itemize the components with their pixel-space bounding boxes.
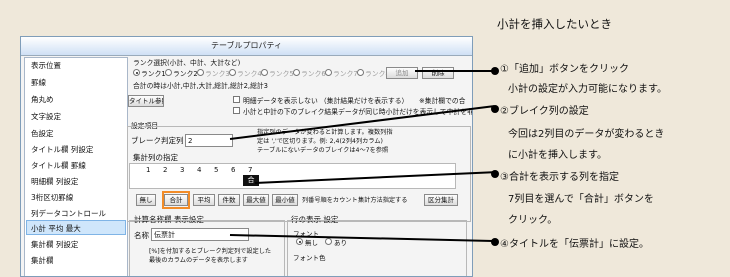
- column-4[interactable]: 4: [197, 166, 201, 174]
- total-button-highlight: [162, 191, 190, 209]
- rank-radio-2[interactable]: [165, 69, 172, 76]
- note-2c: に小計を挿入します。: [508, 150, 607, 161]
- rank-radio-4[interactable]: [229, 69, 236, 76]
- count-by-column-label: 列番号順をカウント: [302, 197, 358, 204]
- sidebar-item-text[interactable]: 文字設定: [31, 111, 61, 122]
- column-5[interactable]: 5: [214, 166, 218, 174]
- name-note-2: 最後のカラムのデータを表示します: [149, 257, 248, 264]
- sidebar-item-rounding[interactable]: 角丸め: [31, 94, 54, 105]
- hide-detail-checkbox[interactable]: [233, 96, 240, 103]
- row-yes-label: あり: [334, 239, 347, 247]
- rank-summary-text: 合計の時は小計,中計,大計,総計,総計2,総計3: [133, 82, 268, 90]
- rank-radio-6[interactable]: [293, 69, 300, 76]
- row-none-label: 無し: [305, 239, 318, 247]
- column-7[interactable]: 7: [248, 166, 252, 174]
- settings-sidebar: 表示位置 罫線 角丸め 文字設定 色設定 タイトル欄 列設定 タイトル欄 罫線 …: [24, 57, 128, 276]
- hide-detail-label: 明細データを表示しない （集計結果だけを表示する）: [243, 97, 409, 105]
- column-1[interactable]: 1: [146, 166, 150, 174]
- rank-label: ランク選択(小計、中計、大計など): [133, 59, 241, 67]
- sidebar-item-column-data-control[interactable]: 列データコントロール: [31, 208, 106, 219]
- rank-radio-5[interactable]: [261, 69, 268, 76]
- note-3c: クリック。: [508, 215, 558, 226]
- sidebar-item-subtotal[interactable]: 小計 平均 最大: [31, 223, 81, 234]
- break-column-label: ブレーク判定列: [131, 136, 184, 145]
- name-note-1: [%]を付加するとブレーク判定列で設定した: [149, 248, 272, 255]
- sidebar-item-title-columns[interactable]: タイトル欄 列設定: [31, 144, 93, 155]
- sidebar-item-summary[interactable]: 集計欄: [31, 255, 54, 266]
- dialog-titlebar: テーブルプロパティ: [21, 37, 472, 56]
- note-2: ②ブレイク列の設定: [500, 106, 589, 117]
- rank-option-3: ランク3: [205, 70, 230, 78]
- add-button[interactable]: 追加: [386, 67, 418, 79]
- rank-option-4: ランク4: [237, 70, 262, 78]
- note-3b: 7列目を選んで「合計」ボタンを: [508, 194, 654, 205]
- rank-radio-3[interactable]: [197, 69, 204, 76]
- sidebar-item-color[interactable]: 色設定: [31, 128, 54, 139]
- column-6[interactable]: 6: [231, 166, 235, 174]
- rank-radio-8[interactable]: [357, 69, 364, 76]
- row-none-radio[interactable]: [296, 238, 303, 245]
- max-button[interactable]: 最大値: [243, 194, 269, 206]
- note-4: ④タイトルを「伝票計」に設定。: [500, 239, 649, 250]
- rank-option-2: ランク2: [173, 70, 198, 78]
- table-properties-dialog: テーブルプロパティ 表示位置 罫線 角丸め 文字設定 色設定 タイトル欄 列設定…: [20, 36, 473, 277]
- break-note-2: 定は ','で区切ります。例: 2,4(2列4列カラム): [257, 138, 383, 145]
- pointer-line-1: [415, 70, 493, 72]
- count-button[interactable]: 件数: [218, 194, 240, 206]
- sidebar-item-detail-columns[interactable]: 明細欄 列設定: [31, 176, 78, 187]
- page-heading: 小計を挿入したいとき: [497, 17, 612, 31]
- hide-detail-note: ※集計欄での合: [419, 97, 466, 105]
- dialog-title: テーブルプロパティ: [210, 41, 283, 50]
- rank-option-6: ランク6: [301, 70, 326, 78]
- sidebar-item-position[interactable]: 表示位置: [31, 60, 61, 71]
- min-button[interactable]: 最小値: [272, 194, 298, 206]
- column-3[interactable]: 3: [180, 166, 184, 174]
- rank-option-5: ランク5: [269, 70, 294, 78]
- sidebar-item-summary-columns[interactable]: 集計欄 列設定: [31, 239, 78, 250]
- subtotal-columns-label: 集計列の指定: [133, 153, 178, 162]
- sidebar-item-title-borders[interactable]: タイトル欄 罫線: [31, 160, 86, 171]
- specify-method-label: 集計方法指定する: [358, 197, 408, 204]
- category-summary-button[interactable]: 区分集計: [424, 194, 458, 206]
- rank-radio-7[interactable]: [325, 69, 332, 76]
- rank-option-7: ランク7: [333, 70, 358, 78]
- note-2b: 今回は2列目のデータが変わるとき: [508, 129, 665, 140]
- rank-option-1: ランク1: [141, 70, 166, 78]
- title-reference-button[interactable]: タイトル参照: [128, 95, 164, 107]
- none-button[interactable]: 無し: [136, 194, 156, 206]
- name-label: 名称: [134, 231, 149, 240]
- row-yes-radio[interactable]: [325, 238, 332, 245]
- average-button[interactable]: 平均: [193, 194, 215, 206]
- column-2[interactable]: 2: [163, 166, 167, 174]
- row-font-color-label: フォント色: [293, 254, 326, 262]
- note-1b: 小計の設定が入力可能になります。: [508, 84, 667, 95]
- same-result-checkbox[interactable]: [233, 107, 240, 114]
- sidebar-item-borders[interactable]: 罫線: [31, 77, 46, 88]
- note-1: ①「追加」ボタンをクリック: [500, 64, 629, 75]
- break-note-3: テーブルにないデータのブレイクは4～7を参照: [257, 147, 389, 154]
- break-column-input[interactable]: 2: [185, 134, 233, 147]
- column-7-total-tag: 合: [243, 175, 259, 186]
- sidebar-item-thousand-separator[interactable]: 3桁区切罫線: [31, 192, 73, 203]
- rank-radio-1[interactable]: [133, 69, 140, 76]
- delete-button[interactable]: 削除: [422, 67, 454, 79]
- note-3: ③合計を表示する列を指定: [500, 172, 619, 183]
